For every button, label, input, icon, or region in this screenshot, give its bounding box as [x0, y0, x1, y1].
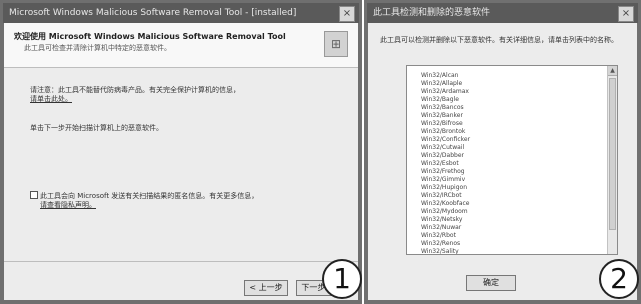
- list-item[interactable]: Win32/Rbot: [407, 232, 617, 240]
- list-item[interactable]: Win32/Banker: [407, 112, 617, 120]
- list-item[interactable]: Win32/Esbot: [407, 160, 617, 168]
- back-button[interactable]: < 上一步: [244, 280, 288, 296]
- instruction-text: 单击下一步开始扫描计算机上的恶意软件。: [30, 124, 163, 132]
- scroll-thumb[interactable]: [609, 78, 616, 230]
- list-item[interactable]: Win32/Renos: [407, 240, 617, 248]
- list-item[interactable]: Win32/Hupigon: [407, 184, 617, 192]
- info-link[interactable]: 请单击此处。: [30, 94, 72, 104]
- scrollbar[interactable]: ▲: [607, 66, 617, 254]
- list-item[interactable]: Win32/Ardamax: [407, 88, 617, 96]
- list-item[interactable]: Win32/Mydoom: [407, 208, 617, 216]
- list-item[interactable]: Win32/Gimmiv: [407, 176, 617, 184]
- close-button[interactable]: ×: [618, 6, 634, 22]
- footer-divider: [4, 261, 358, 262]
- privacy-link[interactable]: 请查看隐私声明。: [40, 200, 96, 210]
- list-item[interactable]: Win32/Dabber: [407, 152, 617, 160]
- step-number-badge: 1: [322, 259, 362, 299]
- list-item[interactable]: Win32/IRCbot: [407, 192, 617, 200]
- list-item[interactable]: Win32/Frethog: [407, 168, 617, 176]
- header-title: 欢迎使用 Microsoft Windows Malicious Softwar…: [14, 32, 286, 41]
- malware-list[interactable]: Win32/Alcan Win32/Allaple Win32/Ardamax Win…: [406, 65, 618, 255]
- list-item[interactable]: Win32/Koobface: [407, 200, 617, 208]
- close-button[interactable]: ×: [339, 6, 355, 22]
- wizard-content: 欢迎使用 Microsoft Windows Malicious Softwar…: [4, 23, 358, 300]
- wizard-header: 欢迎使用 Microsoft Windows Malicious Softwar…: [4, 23, 358, 68]
- list-dialog-content: 此工具可以检测并删除以下恶意软件。有关详细信息，请单击列表中的名称。 Win32…: [368, 23, 637, 300]
- list-item[interactable]: Win32/Sality: [407, 248, 617, 254]
- list-item[interactable]: Win32/Alcan: [407, 72, 617, 80]
- list-item[interactable]: Win32/Nuwar: [407, 224, 617, 232]
- list-item[interactable]: Win32/Bifrose: [407, 120, 617, 128]
- list-item[interactable]: Win32/Allaple: [407, 80, 617, 88]
- window-title: Microsoft Windows Malicious Software Rem…: [9, 8, 297, 18]
- header-subtitle: 此工具可检查并清除计算机中特定的恶意软件。: [24, 44, 171, 52]
- ok-button[interactable]: 确定: [466, 275, 516, 291]
- list-item[interactable]: Win32/Cutwail: [407, 144, 617, 152]
- scroll-up-button[interactable]: ▲: [608, 66, 617, 76]
- malware-list-window: 此工具检测和删除的恶意软件 × 此工具可以检测并删除以下恶意软件。有关详细信息，…: [364, 0, 641, 304]
- list-item[interactable]: Win32/Conficker: [407, 136, 617, 144]
- step-number-badge: 2: [599, 259, 639, 299]
- list-item[interactable]: Win32/Brontok: [407, 128, 617, 136]
- list-items-container: Win32/Alcan Win32/Allaple Win32/Ardamax Win…: [407, 66, 617, 254]
- windows-logo-icon: ⊞: [324, 31, 348, 57]
- description-text: 此工具可以检测并删除以下恶意软件。有关详细信息，请单击列表中的名称。: [380, 36, 618, 44]
- list-item[interactable]: Win32/Netsky: [407, 216, 617, 224]
- title-bar: Microsoft Windows Malicious Software Rem…: [3, 3, 359, 23]
- title-bar: 此工具检测和删除的恶意软件 ×: [367, 3, 638, 23]
- list-item[interactable]: Win32/Bancos: [407, 104, 617, 112]
- list-item[interactable]: Win32/Bagle: [407, 96, 617, 104]
- privacy-checkbox[interactable]: [30, 191, 38, 199]
- window-title: 此工具检测和删除的恶意软件: [373, 8, 491, 18]
- wizard-window: Microsoft Windows Malicious Software Rem…: [0, 0, 362, 304]
